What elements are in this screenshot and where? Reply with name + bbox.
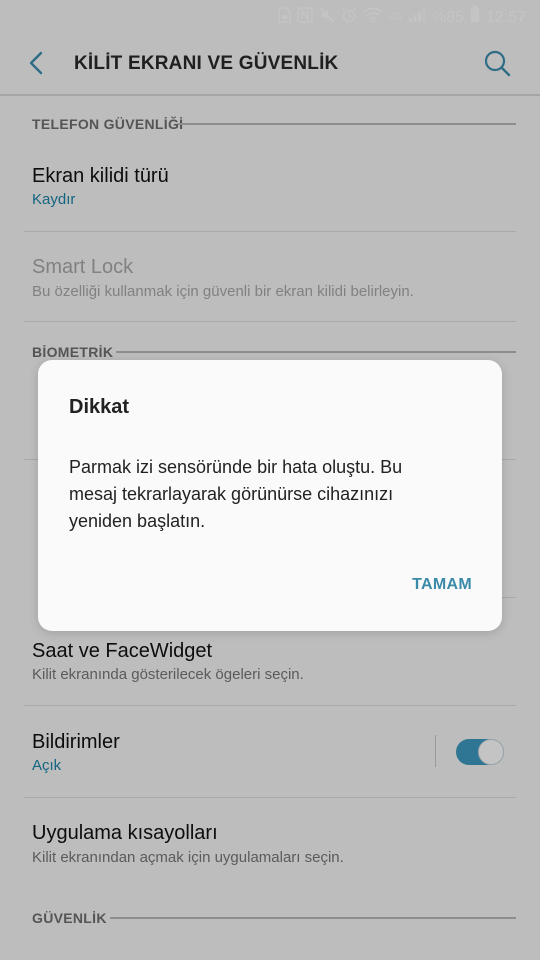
dialog-message: Parmak izi sensöründe bir hata oluştu. B… — [69, 457, 403, 531]
alert-dialog: Dikkat Parmak izi sensöründe bir hata ol… — [38, 360, 502, 631]
ok-button[interactable]: TAMAM — [412, 576, 472, 594]
dialog-title: Dikkat — [69, 396, 130, 418]
